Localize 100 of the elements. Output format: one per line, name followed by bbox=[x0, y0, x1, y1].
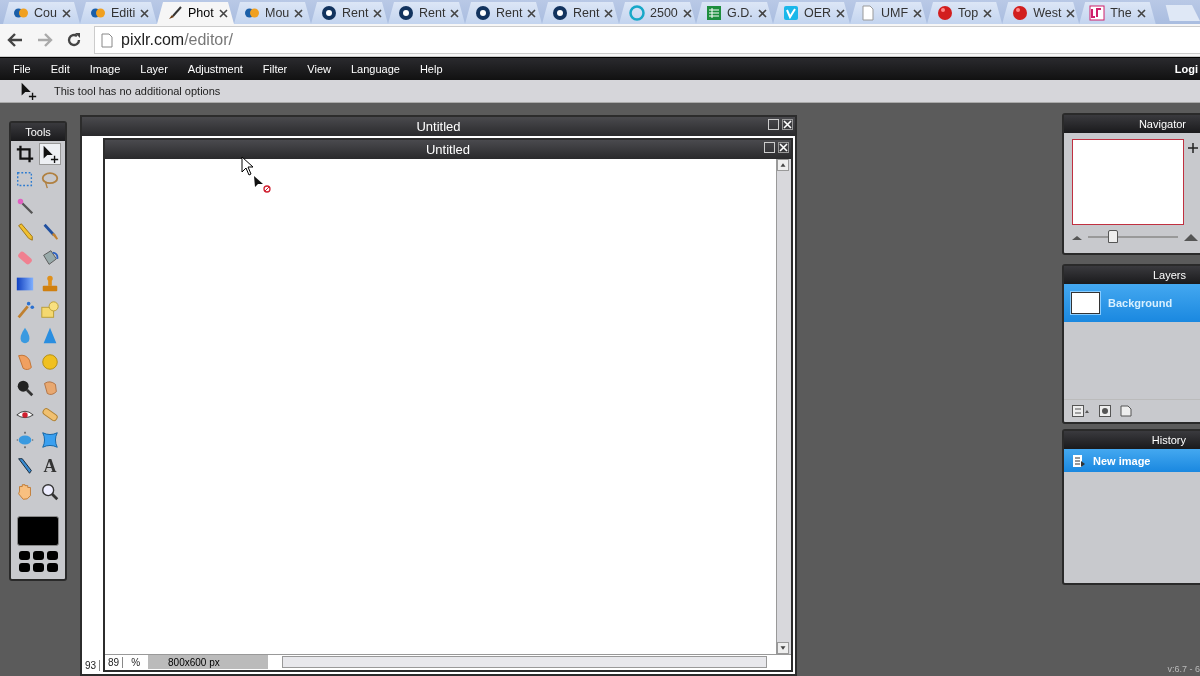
panel-title: Tools bbox=[11, 123, 65, 141]
move-tool-icon[interactable] bbox=[39, 143, 61, 165]
no-entry-cursor-icon bbox=[253, 175, 271, 193]
palette-button[interactable] bbox=[46, 551, 58, 560]
large-mountain-icon bbox=[1184, 233, 1198, 241]
tab-title: Cou bbox=[34, 6, 57, 20]
round-badge-icon bbox=[321, 5, 337, 21]
back-icon[interactable] bbox=[6, 32, 24, 48]
close-icon[interactable] bbox=[218, 8, 228, 18]
text-tool-button[interactable]: A bbox=[39, 455, 61, 477]
close-icon[interactable] bbox=[527, 8, 537, 18]
tab-title: West bbox=[1033, 6, 1062, 20]
navigator-preview[interactable] bbox=[1072, 139, 1184, 225]
palette-button[interactable] bbox=[18, 551, 30, 560]
menu-item[interactable]: View bbox=[307, 63, 331, 75]
horizontal-scrollbar[interactable] bbox=[282, 656, 767, 668]
zoom-value[interactable]: 89 bbox=[105, 656, 124, 668]
address-field[interactable]: pixlr.com/editor/ bbox=[94, 26, 1200, 54]
zoom-icon[interactable] bbox=[39, 481, 61, 503]
close-icon[interactable] bbox=[1136, 8, 1146, 18]
close-icon[interactable] bbox=[836, 8, 846, 18]
browser-tab[interactable]: Mou bbox=[234, 2, 311, 24]
close-icon[interactable] bbox=[140, 8, 150, 18]
menu-item[interactable]: File bbox=[13, 63, 31, 75]
maximize-button[interactable] bbox=[768, 119, 779, 130]
menu-item[interactable]: Layer bbox=[140, 63, 168, 75]
ring-icon bbox=[629, 5, 645, 21]
browser-tab[interactable]: Phot bbox=[157, 2, 234, 24]
close-icon[interactable] bbox=[61, 8, 71, 18]
close-icon[interactable] bbox=[450, 8, 460, 18]
browser-tab[interactable]: Editi bbox=[80, 2, 157, 24]
zoom-in-icon[interactable] bbox=[1188, 143, 1198, 153]
menu-item[interactable]: Adjustment bbox=[187, 63, 243, 75]
tab-title: UMF bbox=[881, 6, 909, 20]
close-button[interactable] bbox=[778, 142, 789, 153]
tab-title: The bbox=[1110, 6, 1132, 20]
close-icon[interactable] bbox=[682, 8, 692, 18]
page-icon bbox=[860, 5, 876, 21]
browser-tab[interactable]: 2500 bbox=[619, 2, 696, 24]
panel-title: History bbox=[1064, 431, 1200, 449]
close-icon[interactable] bbox=[757, 8, 767, 18]
browser-tab[interactable]: West bbox=[1002, 2, 1080, 24]
palette-button[interactable] bbox=[18, 563, 30, 572]
cursor-icon bbox=[241, 156, 255, 176]
browser-tab[interactable]: OER bbox=[773, 2, 850, 24]
maximize-button[interactable] bbox=[764, 142, 775, 153]
window-title: Untitled bbox=[82, 117, 795, 136]
browser-tab[interactable]: The bbox=[1079, 2, 1156, 24]
brush-icon bbox=[167, 5, 183, 21]
close-icon[interactable] bbox=[373, 8, 383, 18]
palette-button[interactable] bbox=[46, 563, 58, 572]
pinch-icon[interactable] bbox=[39, 429, 61, 451]
layer-settings-icon[interactable] bbox=[1072, 405, 1090, 417]
close-icon[interactable] bbox=[983, 8, 993, 18]
menu-item[interactable]: Help bbox=[419, 63, 443, 75]
menu-item[interactable]: Edit bbox=[50, 63, 70, 75]
menu-item[interactable]: Filter bbox=[262, 63, 288, 75]
tab-title: Top bbox=[958, 6, 979, 20]
ball-icon bbox=[937, 5, 953, 21]
browser-tab[interactable]: Rent bbox=[465, 2, 542, 24]
color-swatch[interactable] bbox=[17, 516, 59, 546]
options-message: This tool has no additional options bbox=[54, 85, 221, 97]
palette-button[interactable] bbox=[32, 551, 44, 560]
menu-item[interactable]: Image bbox=[89, 63, 121, 75]
zoom-slider-thumb[interactable] bbox=[1108, 230, 1119, 243]
zoom-value[interactable]: 93 bbox=[82, 659, 101, 671]
panel-title: Layers bbox=[1064, 266, 1200, 284]
palette-button[interactable] bbox=[32, 563, 44, 572]
zoom-unit: % bbox=[130, 656, 142, 668]
menu-item[interactable]: Language bbox=[350, 63, 400, 75]
layer-name: Background bbox=[1108, 297, 1173, 309]
new-layer-icon[interactable] bbox=[1120, 405, 1132, 417]
browser-tab[interactable]: G.D. bbox=[696, 2, 773, 24]
tab-title: Mou bbox=[265, 6, 290, 20]
small-mountain-icon bbox=[1072, 234, 1082, 240]
page-icon bbox=[101, 32, 113, 48]
login-link[interactable]: Logi bbox=[1174, 63, 1198, 75]
document-icon bbox=[1072, 453, 1086, 468]
scroll-up-icon[interactable] bbox=[777, 159, 789, 171]
close-icon[interactable] bbox=[913, 8, 923, 18]
tab-title: Rent bbox=[419, 6, 446, 20]
close-icon[interactable] bbox=[1066, 8, 1076, 18]
browser-tab[interactable]: Rent bbox=[542, 2, 619, 24]
close-icon[interactable] bbox=[294, 8, 304, 18]
browser-tab[interactable]: Cou bbox=[3, 2, 80, 24]
close-icon[interactable] bbox=[604, 8, 614, 18]
tab-title: Editi bbox=[111, 6, 136, 20]
tile-icon bbox=[783, 5, 799, 21]
close-button[interactable] bbox=[782, 119, 793, 130]
browser-tab[interactable]: Rent bbox=[311, 2, 388, 24]
scroll-down-icon[interactable] bbox=[777, 642, 789, 654]
browser-tab[interactable]: UMF bbox=[850, 2, 927, 24]
browser-tab[interactable]: Rent bbox=[388, 2, 465, 24]
reload-icon[interactable] bbox=[66, 32, 82, 48]
tab-title: G.D. bbox=[727, 6, 753, 20]
layer-mask-icon[interactable] bbox=[1099, 405, 1111, 417]
vertical-scrollbar[interactable] bbox=[776, 159, 791, 654]
browser-tab[interactable]: Top bbox=[927, 2, 1003, 24]
tab-title: Rent bbox=[342, 6, 369, 20]
crop-icon[interactable] bbox=[14, 143, 36, 165]
